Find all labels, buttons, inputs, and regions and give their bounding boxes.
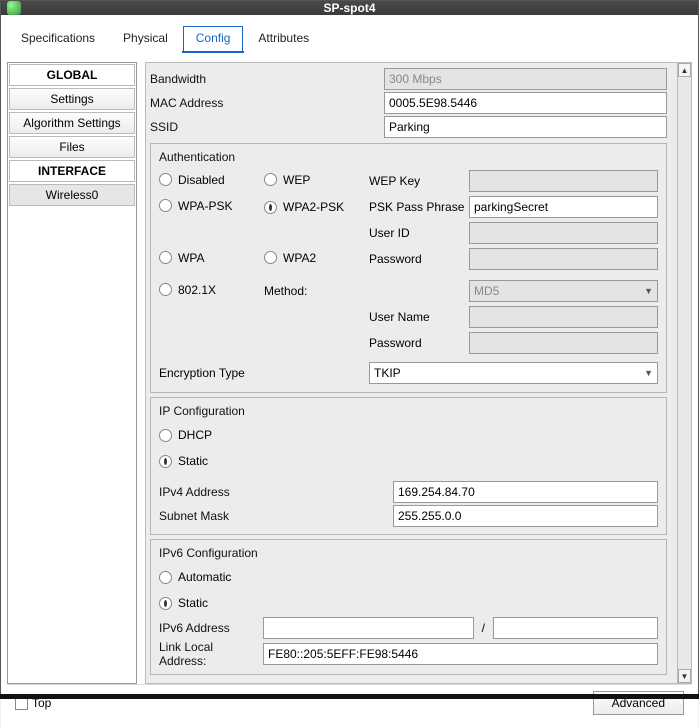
psk-input[interactable] — [469, 196, 658, 218]
main-area: GLOBAL Settings Algorithm Settings Files… — [7, 54, 692, 684]
sidebar-item-settings[interactable]: Settings — [9, 88, 135, 110]
slash-separator: / — [478, 621, 489, 635]
subnet-label: Subnet Mask — [159, 509, 389, 523]
tab-config[interactable]: Config — [182, 25, 245, 53]
radio-auth-wpa2psk[interactable]: WPA2-PSK — [264, 200, 344, 214]
psk-label: PSK Pass Phrase — [369, 200, 469, 214]
app-window: SP-spot4 Specifications Physical Config … — [0, 0, 699, 699]
method-select: MD5▼ — [469, 280, 658, 302]
radio-auth-wpa[interactable]: WPA — [159, 251, 204, 265]
radio-auth-disabled[interactable]: Disabled — [159, 173, 225, 187]
scroll-down-icon[interactable]: ▼ — [678, 669, 691, 683]
radio-ip6-auto[interactable]: Automatic — [159, 570, 231, 584]
subnet-input[interactable] — [393, 505, 658, 527]
tab-specifications[interactable]: Specifications — [7, 25, 109, 53]
method-label: Method: — [264, 284, 369, 298]
ip6config-group: IPv6 Configuration Automatic Static IPv6… — [150, 539, 667, 675]
footer: Top Advanced — [7, 684, 692, 721]
radio-auth-8021x[interactable]: 802.1X — [159, 283, 216, 297]
taskbar — [0, 694, 699, 699]
radio-auth-wpapsk[interactable]: WPA-PSK — [159, 199, 232, 213]
radio-ip-dhcp[interactable]: DHCP — [159, 428, 212, 442]
radio-ip6-static[interactable]: Static — [159, 596, 208, 610]
ipv6-input[interactable] — [263, 617, 474, 639]
sidebar-item-algorithm-settings[interactable]: Algorithm Settings — [9, 112, 135, 134]
top-checkbox[interactable] — [15, 697, 28, 710]
content-area: Specifications Physical Config Attribute… — [1, 15, 698, 727]
password-label: Password — [369, 252, 469, 266]
ip6config-title: IPv6 Configuration — [159, 546, 658, 560]
window-title: SP-spot4 — [1, 1, 698, 15]
username-input — [469, 306, 658, 328]
mac-label: MAC Address — [150, 96, 380, 110]
sidebar-item-files[interactable]: Files — [9, 136, 135, 158]
userid-label: User ID — [369, 226, 469, 240]
config-panel: Bandwidth MAC Address SSID Authenticatio… — [145, 62, 678, 684]
chevron-down-icon: ▼ — [644, 286, 653, 296]
radio-auth-wpa2[interactable]: WPA2 — [264, 251, 316, 265]
panel-wrap: Bandwidth MAC Address SSID Authenticatio… — [145, 62, 692, 684]
ipv4-label: IPv4 Address — [159, 485, 389, 499]
encryption-label: Encryption Type — [159, 366, 369, 380]
lla-label: Link Local Address: — [159, 640, 259, 668]
password2-input — [469, 332, 658, 354]
tab-bar: Specifications Physical Config Attribute… — [7, 25, 692, 54]
wepkey-input — [469, 170, 658, 192]
ipv6-label: IPv6 Address — [159, 621, 259, 635]
bandwidth-input — [384, 68, 667, 90]
sidebar-header-interface: INTERFACE — [9, 160, 135, 182]
sidebar-item-wireless0[interactable]: Wireless0 — [9, 184, 135, 206]
sidebar-header-global: GLOBAL — [9, 64, 135, 86]
ssid-input[interactable] — [384, 116, 667, 138]
titlebar: SP-spot4 — [1, 1, 698, 15]
tab-attributes[interactable]: Attributes — [244, 25, 323, 53]
ssid-label: SSID — [150, 120, 380, 134]
password-input — [469, 248, 658, 270]
vertical-scrollbar[interactable]: ▲ ▼ — [678, 62, 692, 684]
password2-label: Password — [369, 336, 469, 350]
bandwidth-label: Bandwidth — [150, 72, 380, 86]
radio-auth-wep[interactable]: WEP — [264, 173, 310, 187]
radio-ip-static[interactable]: Static — [159, 454, 208, 468]
sidebar: GLOBAL Settings Algorithm Settings Files… — [7, 62, 137, 684]
ipconfig-title: IP Configuration — [159, 404, 658, 418]
auth-title: Authentication — [159, 150, 658, 164]
ipv6-prefix-input[interactable] — [493, 617, 658, 639]
ipv4-input[interactable] — [393, 481, 658, 503]
wepkey-label: WEP Key — [369, 174, 469, 188]
mac-input[interactable] — [384, 92, 667, 114]
encryption-select[interactable]: TKIP▼ — [369, 362, 658, 384]
scroll-up-icon[interactable]: ▲ — [678, 63, 691, 77]
userid-input — [469, 222, 658, 244]
auth-group: Authentication Disabled WEP WEP Key WPA-… — [150, 143, 667, 393]
username-label: User Name — [369, 310, 469, 324]
chevron-down-icon: ▼ — [644, 368, 653, 378]
lla-input[interactable] — [263, 643, 658, 665]
tab-physical[interactable]: Physical — [109, 25, 182, 53]
ipconfig-group: IP Configuration DHCP Static IPv4 Addres… — [150, 397, 667, 535]
